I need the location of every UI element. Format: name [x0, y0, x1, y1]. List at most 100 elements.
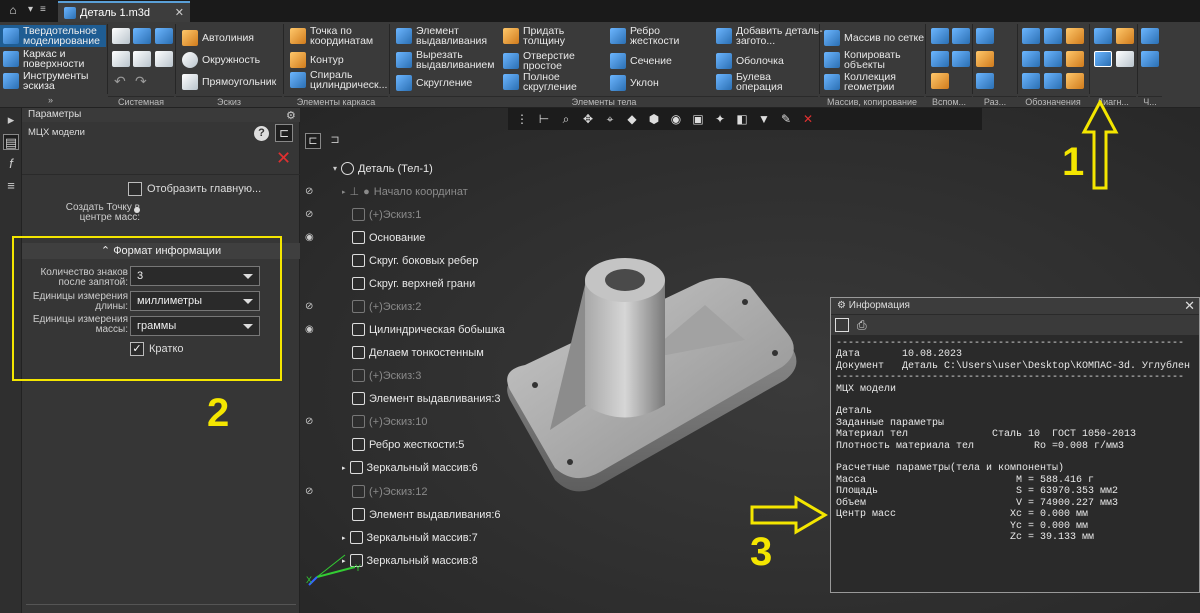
document-icon[interactable] [112, 51, 130, 67]
roughness-icon[interactable] [1044, 51, 1062, 67]
fillet-button[interactable]: Скругление [396, 75, 472, 91]
mass-properties-icon[interactable] [1094, 51, 1112, 67]
eye-icon[interactable]: ◉ [305, 324, 319, 335]
section-view-icon[interactable]: ◧ [734, 111, 750, 127]
tree-root[interactable]: ▾ Деталь (Тел-1) [333, 162, 433, 175]
collapse-chevron-icon[interactable]: » [48, 95, 53, 105]
variables-icon[interactable]: f [3, 156, 19, 172]
shell-button[interactable]: Оболочка [716, 53, 784, 69]
tolerance-icon[interactable] [1044, 73, 1062, 89]
close-icon[interactable]: ✕ [1184, 298, 1195, 314]
boolean-button[interactable]: Булева операция [716, 72, 806, 92]
tree-item[interactable]: (+)Эскиз:3 [352, 369, 421, 382]
save-icon[interactable] [155, 28, 173, 44]
help-icon[interactable]: ? [254, 126, 269, 141]
pencil-icon[interactable]: ✎ [778, 111, 794, 127]
tree-toggle-icon[interactable]: ⊏ [275, 124, 293, 142]
split-icon[interactable] [976, 51, 994, 67]
show-main-checkbox[interactable] [128, 182, 142, 196]
aux-line-icon[interactable] [952, 51, 970, 67]
grid-array-button[interactable]: Массив по сетке [824, 30, 924, 46]
grid-icon[interactable]: ⋮ [514, 111, 530, 127]
linear-dim-icon[interactable] [1044, 28, 1062, 44]
geometry-collection-button[interactable]: Коллекция геометрии [824, 72, 908, 92]
new-document-icon[interactable] [112, 28, 130, 44]
point-by-coords-button[interactable]: Точка по координатам [290, 26, 394, 46]
tree-item[interactable]: ▸ ⊥ ● Начало координат [342, 185, 468, 199]
extrude-button[interactable]: Элемент выдавливания [396, 26, 506, 46]
mode-solid-modeling[interactable]: Твердотельное моделирование [0, 25, 106, 47]
expand-icon[interactable]: ▸ [342, 188, 346, 196]
tree-item[interactable]: Скруг. боковых ребер [352, 254, 478, 267]
close-icon[interactable]: ✕ [800, 111, 816, 127]
section-button[interactable]: Сечение [610, 53, 672, 69]
cut-extrude-button[interactable]: Вырезать выдавливанием [396, 50, 506, 70]
aux-axis-icon[interactable] [931, 51, 949, 67]
parameters-icon[interactable]: ▤ [3, 134, 19, 150]
open-folder-icon[interactable] [133, 28, 151, 44]
copy-objects-button[interactable]: Копировать объекты [824, 50, 908, 70]
aux-point-icon[interactable] [931, 73, 949, 89]
leader-icon[interactable] [1066, 51, 1084, 67]
check-icon[interactable] [1116, 28, 1134, 44]
tab-menu-icon[interactable]: ≡ [40, 4, 46, 15]
partition-icon[interactable] [976, 28, 994, 44]
measure-icon[interactable] [1116, 51, 1134, 67]
diagnostics-icon[interactable] [1094, 28, 1112, 44]
create-point-radio[interactable] [134, 207, 140, 213]
expand-icon[interactable]: ▸ [342, 534, 346, 542]
angle-dim-icon[interactable] [1066, 28, 1084, 44]
tree-item[interactable]: Цилиндрическая бобышка [352, 323, 505, 336]
shading-icon[interactable]: ⬢ [646, 111, 662, 127]
part-3d-model[interactable] [490, 250, 820, 510]
display-icon[interactable]: ▣ [690, 111, 706, 127]
tree-item[interactable]: Основание [352, 231, 425, 244]
show-main-option[interactable]: Отобразить главную... [128, 182, 261, 196]
filter-icon[interactable]: ▼ [756, 111, 772, 127]
close-tab-icon[interactable]: ✕ [175, 6, 184, 19]
zoom-icon[interactable]: ⌕ [558, 111, 574, 127]
aux-cs-icon[interactable] [952, 28, 970, 44]
hidden-eye-icon[interactable]: ⊘ [305, 209, 319, 220]
print-icon[interactable] [133, 51, 151, 67]
radius-dim-icon[interactable] [1022, 51, 1040, 67]
add-blank-button[interactable]: Добавить деталь-загото... [716, 26, 832, 46]
autoline-button[interactable]: Автолиния [182, 30, 254, 46]
tree-item[interactable]: ▸ Зеркальный массив:6 [342, 461, 478, 474]
cut-icon[interactable] [976, 73, 994, 89]
save-icon[interactable] [835, 318, 849, 332]
mark-icon[interactable] [1066, 73, 1084, 89]
tree-item[interactable]: ▸ Зеркальный массив:7 [342, 531, 478, 544]
hidden-eye-icon[interactable]: ⊘ [305, 416, 319, 427]
visibility-icon[interactable]: ◉ [668, 111, 684, 127]
tree-item[interactable]: (+)Эскиз:1 [352, 208, 421, 221]
tree-item[interactable]: (+)Эскиз:12 [352, 485, 427, 498]
tree-item[interactable]: Делаем тонкостенным [352, 346, 484, 359]
undo-icon[interactable]: ↶ [114, 73, 126, 90]
dimension-icon[interactable] [1022, 28, 1040, 44]
tree-item[interactable]: Скруг. верхней грани [352, 277, 475, 290]
draft-button[interactable]: Уклон [610, 75, 659, 91]
contour-button[interactable]: Контур [290, 52, 344, 68]
mode-frame-surfaces[interactable]: Каркас и поверхности [0, 48, 106, 70]
layers-icon[interactable]: ≡ [3, 178, 19, 194]
tree-item[interactable]: Элемент выдавливания:6 [352, 508, 501, 521]
gear-icon[interactable]: ⚙ [837, 300, 849, 311]
thicken-button[interactable]: Придать толщину [503, 26, 587, 46]
snap-icon[interactable]: ✦ [712, 111, 728, 127]
tree-item[interactable]: Элемент выдавливания:3 [352, 392, 501, 405]
rectangle-button[interactable]: Прямоугольник [182, 74, 276, 90]
tree-view-icon[interactable]: ⊏ [305, 133, 321, 149]
circle-button[interactable]: Окружность [182, 52, 260, 68]
mode-sketch-tools[interactable]: Инструменты эскиза [0, 70, 106, 92]
cancel-icon[interactable]: ✕ [276, 148, 291, 169]
rib-button[interactable]: Ребро жесткости [610, 26, 700, 46]
copy-icon[interactable] [155, 51, 173, 67]
document-tab[interactable]: Деталь 1.m3d ✕ [58, 1, 190, 22]
hidden-eye-icon[interactable]: ⊘ [305, 301, 319, 312]
pin-icon[interactable]: ▸ [3, 112, 19, 128]
tree-item[interactable]: (+)Эскиз:10 [352, 415, 427, 428]
home-icon[interactable]: ⌂ [4, 3, 22, 19]
menu-arrow-icon[interactable]: ▾ [28, 4, 33, 15]
expand-icon[interactable]: ▸ [342, 464, 346, 472]
